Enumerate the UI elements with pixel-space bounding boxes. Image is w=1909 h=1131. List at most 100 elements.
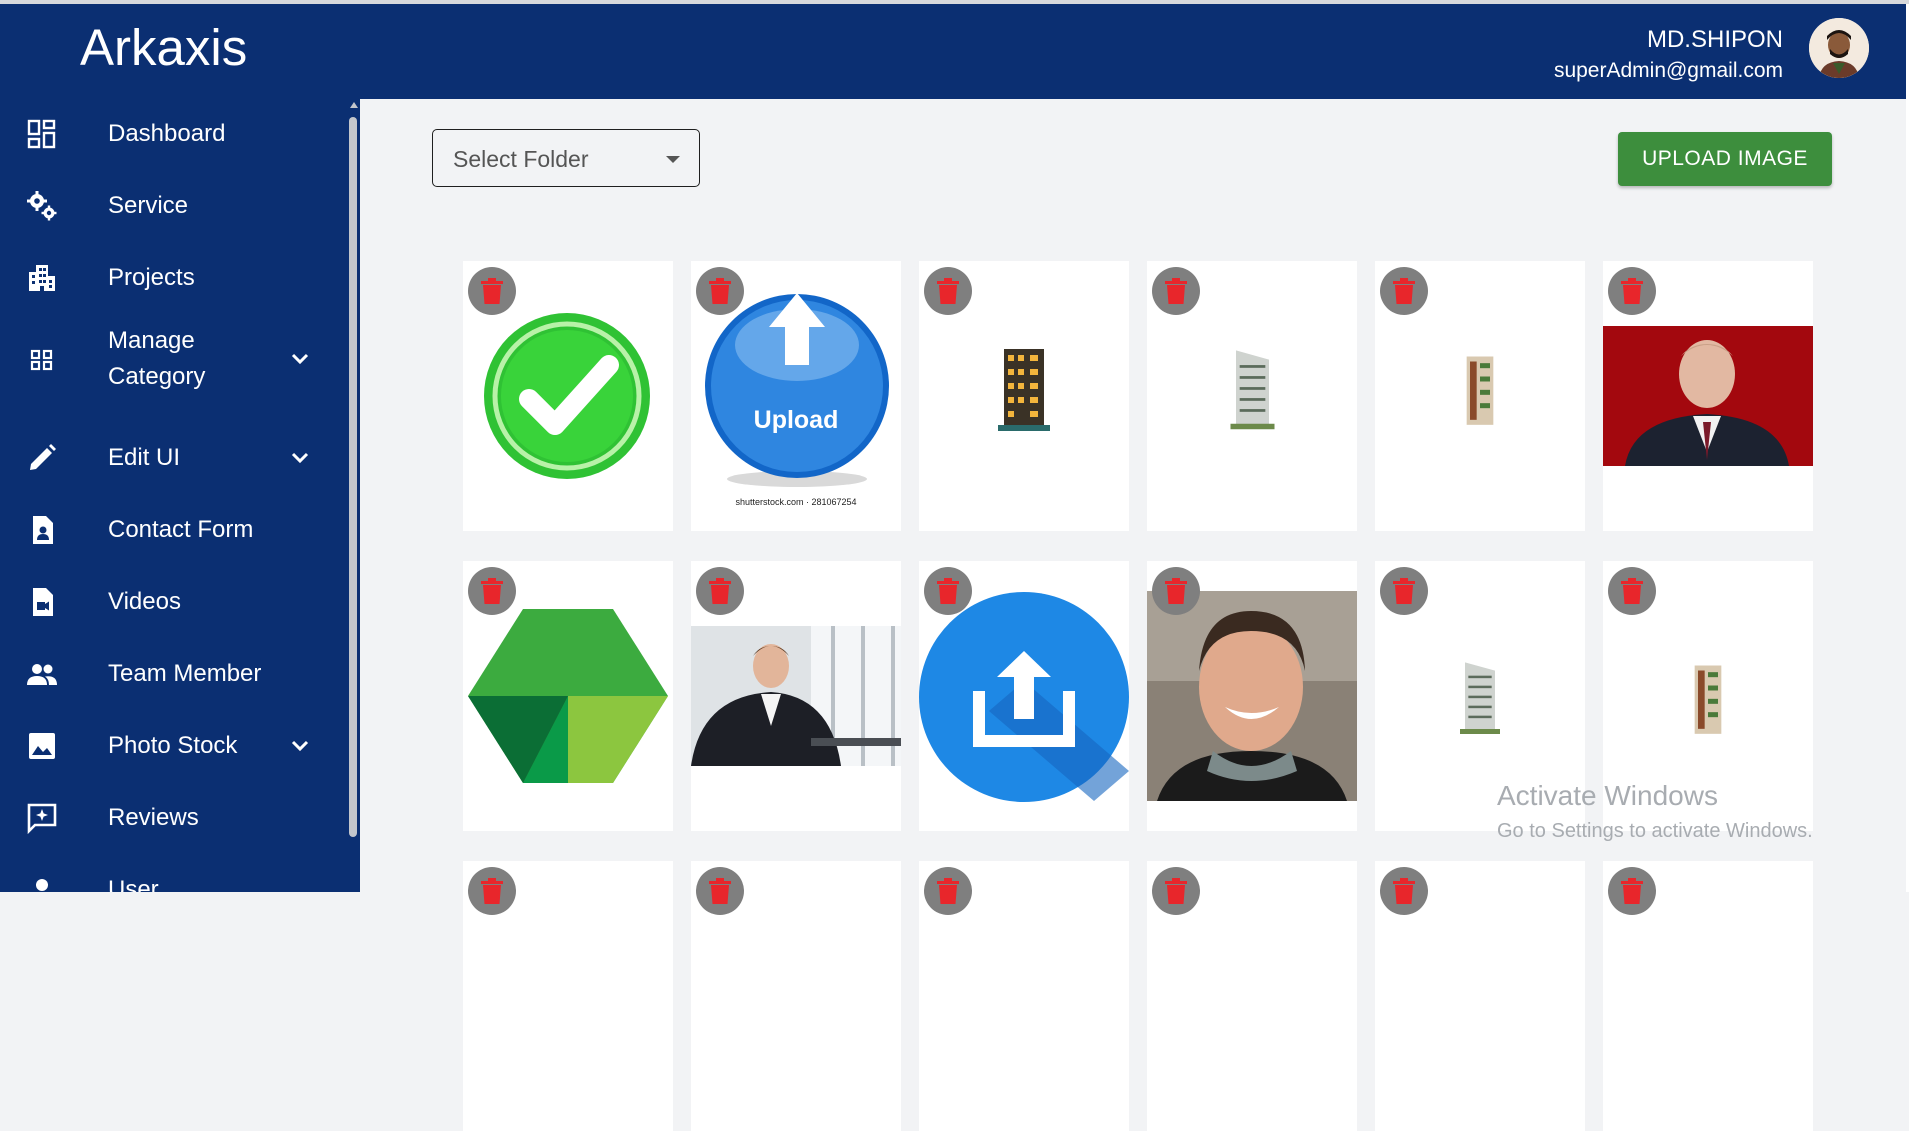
delete-image-button[interactable] [1380,267,1428,315]
gallery-image-card[interactable] [463,261,673,531]
trash-icon [937,278,959,304]
sidebar-item-reviews[interactable]: Reviews [0,788,340,848]
folder-select-placeholder: Select Folder [453,146,589,172]
delete-image-button[interactable] [1608,567,1656,615]
gallery-image-card[interactable] [463,861,673,1131]
trash-icon [709,278,731,304]
sidebar-item-team-member[interactable]: Team Member [0,644,340,704]
gallery-image-card[interactable] [1603,261,1813,531]
image-businessman-office [691,626,901,766]
avatar-photo [1809,18,1869,78]
sidebar-scroll-thumb[interactable] [349,117,357,837]
delete-image-button[interactable] [696,267,744,315]
trash-icon [1393,878,1415,904]
app-header: Arkaxis MD.SHIPON superAdmin@gmail.com [0,4,1906,99]
sidebar-item-projects[interactable]: Projects [0,248,340,308]
category-icon [30,349,53,371]
image-building-facade [1455,349,1505,429]
gallery-image-card[interactable]: Upload shutterstock.com · 281067254 [691,261,901,531]
sidebar-item-manage-category[interactable]: Manage Category [0,314,340,404]
gallery-image-card[interactable] [1603,861,1813,1131]
upload-image-button[interactable]: UPLOAD IMAGE [1618,132,1832,186]
sidebar-item-label: Team Member [108,660,262,687]
app-title[interactable]: Arkaxis [80,18,247,77]
review-icon [27,803,57,834]
trash-icon [709,578,731,604]
sidebar-item-label: Projects [108,264,195,291]
sidebar-item-contact-form[interactable]: Contact Form [0,500,340,560]
delete-image-button[interactable] [696,867,744,915]
upload-image-caption: Upload [753,406,839,434]
dashboard-icon [27,119,56,149]
sidebar-item-edit-ui[interactable]: Edit UI [0,428,340,488]
delete-image-button[interactable] [1152,267,1200,315]
gallery-image-card[interactable] [919,261,1129,531]
user-name: MD.SHIPON [1646,26,1783,53]
delete-image-button[interactable] [1380,567,1428,615]
trash-icon [1393,278,1415,304]
gallery-image-card[interactable] [691,861,901,1131]
sidebar-item-user[interactable]: User [0,860,340,892]
gallery-image-card[interactable] [463,561,673,831]
sidebar-item-label: Reviews [108,804,199,831]
delete-image-button[interactable] [468,267,516,315]
windows-activation-title: Activate Windows [1497,780,1718,811]
sidebar-item-dashboard[interactable]: Dashboard [0,104,340,164]
image-building-tall [1455,649,1505,744]
trash-icon [1393,578,1415,604]
gallery-image-card[interactable] [1147,861,1357,1131]
user-icon [36,879,48,891]
scroll-up-arrow-icon[interactable] [350,102,358,108]
image-building-green [1683,643,1733,753]
sidebar-item-label: Videos [108,588,181,615]
image-icon [29,733,55,759]
chevron-down-icon[interactable] [290,349,310,369]
gallery-image-card[interactable] [1147,261,1357,531]
gallery-image-card[interactable] [1375,861,1585,1131]
folder-select[interactable]: Select Folder [432,129,700,187]
sidebar-item-label: Dashboard [108,120,226,147]
delete-image-button[interactable] [696,567,744,615]
delete-image-button[interactable] [924,567,972,615]
image-credit: shutterstock.com · 281067254 [735,497,857,507]
gallery-image-card[interactable] [1375,261,1585,531]
delete-image-button[interactable] [468,867,516,915]
trash-icon [481,578,503,604]
delete-image-button[interactable] [924,267,972,315]
trash-icon [1165,278,1187,304]
video-file-icon [33,588,53,616]
sidebar-item-label: Photo Stock [108,732,238,759]
windows-activation-subtitle: Go to Settings to activate Windows. [1497,820,1813,842]
people-icon [27,664,57,685]
gears-icon [27,191,57,221]
avatar[interactable] [1809,18,1869,78]
gallery-image-card[interactable] [919,561,1129,831]
chevron-down-icon[interactable] [290,448,310,468]
trash-icon [709,878,731,904]
delete-image-button[interactable] [1152,567,1200,615]
delete-image-button[interactable] [1608,867,1656,915]
trash-icon [1165,578,1187,604]
contact-file-icon [33,516,53,544]
caret-down-icon [666,156,680,163]
delete-image-button[interactable] [1152,867,1200,915]
delete-image-button[interactable] [468,567,516,615]
chevron-down-icon[interactable] [290,736,310,756]
sidebar-item-service[interactable]: Service [0,176,340,236]
gallery-image-card[interactable] [1147,561,1357,831]
delete-image-button[interactable] [1380,867,1428,915]
trash-icon [481,878,503,904]
image-building-white [1225,346,1280,430]
trash-icon [1165,878,1187,904]
trash-icon [937,878,959,904]
delete-image-button[interactable] [924,867,972,915]
sidebar-item-photo-stock[interactable]: Photo Stock [0,716,340,776]
gallery-image-card[interactable] [919,861,1129,1131]
sidebar-item-videos[interactable]: Videos [0,572,340,632]
gallery-image-card[interactable] [691,561,901,831]
sidebar-item-label: User [108,876,159,892]
image-building-night [994,341,1054,431]
sidebar-item-label: Edit UI [108,444,181,471]
image-smiling-man [1147,591,1357,801]
delete-image-button[interactable] [1608,267,1656,315]
